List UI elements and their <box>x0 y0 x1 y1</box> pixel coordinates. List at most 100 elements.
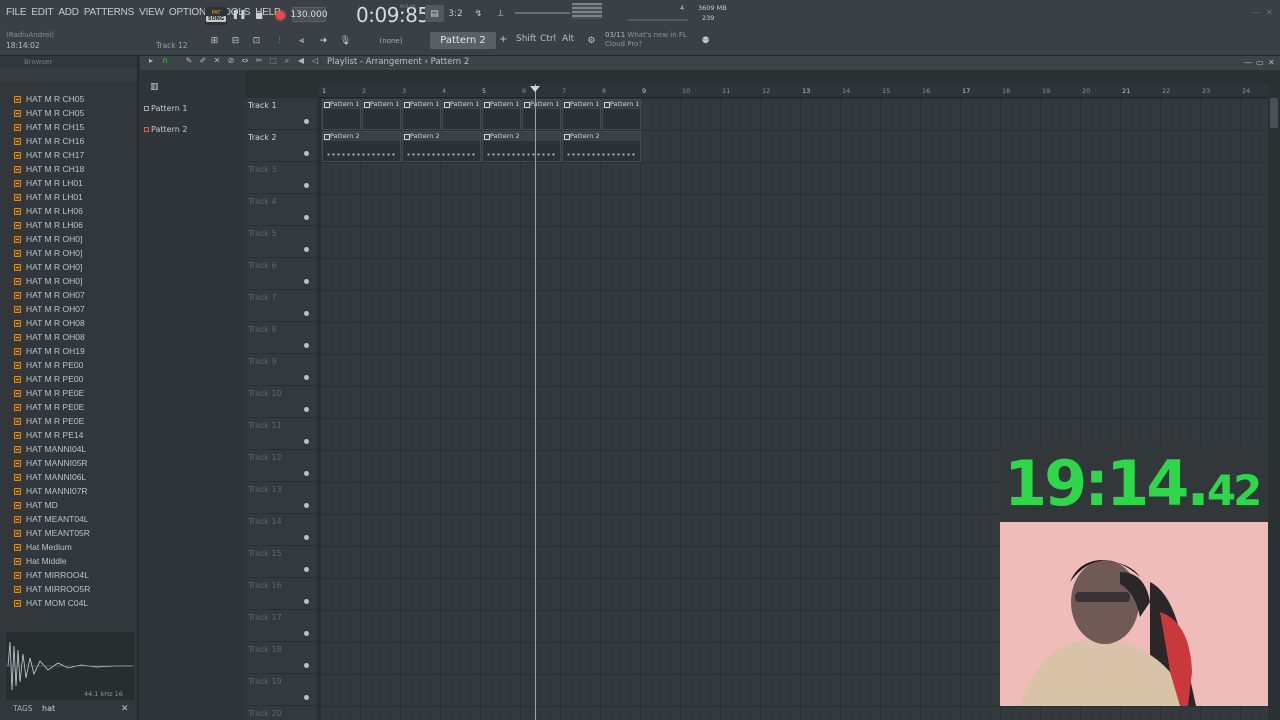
track-header[interactable]: Track 1 <box>245 98 317 130</box>
track-mute-button[interactable] <box>304 311 309 316</box>
list-item[interactable]: HAT M R PE0E <box>0 386 138 400</box>
track-mute-button[interactable] <box>304 151 309 156</box>
list-item[interactable]: HAT M R PE0E <box>0 414 138 428</box>
track-header[interactable]: Track 15 <box>245 546 317 578</box>
pattern-clip[interactable]: Pattern 2 <box>482 131 561 162</box>
pattern-clip[interactable]: Pattern 1 <box>562 99 601 130</box>
list-item[interactable]: HAT M R CH05 <box>0 92 138 106</box>
track-mute-button[interactable] <box>304 247 309 252</box>
magnet-icon[interactable]: ∩ <box>158 56 172 70</box>
playlist-maximize-icon[interactable]: ▭ <box>1256 58 1264 67</box>
list-item[interactable]: Hat Middle <box>0 554 138 568</box>
pattern-clip[interactable]: Pattern 1 <box>322 99 361 130</box>
playlist-icon[interactable]: ⊞ <box>205 32 224 49</box>
track-header[interactable]: Track 2 <box>245 130 317 162</box>
track-mute-button[interactable] <box>304 119 309 124</box>
track-header[interactable]: Track 14 <box>245 514 317 546</box>
track-header[interactable]: Track 10 <box>245 386 317 418</box>
menu-item-patterns[interactable]: PATTERNS <box>84 7 134 18</box>
list-item[interactable]: HAT MEANT05R <box>0 526 138 540</box>
track-header[interactable]: Track 4 <box>245 194 317 226</box>
track-mute-button[interactable] <box>304 535 309 540</box>
minimize-icon[interactable]: — <box>1252 8 1260 17</box>
pattern-clip[interactable]: Pattern 1 <box>602 99 641 130</box>
add-pattern-icon[interactable]: + <box>499 34 507 45</box>
list-item[interactable]: HAT MANNI06L <box>0 470 138 484</box>
metronome-icon[interactable]: ▤ <box>425 5 444 22</box>
playlist-minimize-icon[interactable]: — <box>1244 58 1252 67</box>
picker-pattern-1[interactable]: Pattern 1 <box>144 104 187 113</box>
picker-pattern-2[interactable]: Pattern 2 <box>144 125 187 134</box>
menu-item-file[interactable]: FILE <box>6 7 27 18</box>
news-panel[interactable]: 03/11 What's new in FL Cloud Pro? <box>605 31 687 49</box>
list-item[interactable]: HAT M R LH06 <box>0 204 138 218</box>
list-item[interactable]: HAT M R LH01 <box>0 176 138 190</box>
pattern-selector[interactable]: Pattern 2 <box>430 32 496 49</box>
menu-item-view[interactable]: VIEW <box>139 7 164 18</box>
master-pitch-slider[interactable] <box>515 12 570 14</box>
list-item[interactable]: HAT MEANT04L <box>0 512 138 526</box>
track-mute-button[interactable] <box>304 503 309 508</box>
list-item[interactable]: HAT M R PE14 <box>0 428 138 442</box>
pattern-clip[interactable]: Pattern 2 <box>562 131 641 162</box>
track-mute-button[interactable] <box>304 279 309 284</box>
stop-button[interactable]: ■ <box>250 7 268 23</box>
tempo-field[interactable]: 130.000 <box>290 7 328 22</box>
track-header[interactable]: Track 12 <box>245 450 317 482</box>
list-item[interactable]: HAT M R CH17 <box>0 148 138 162</box>
list-item[interactable]: HAT MANNI04L <box>0 442 138 456</box>
cloud-icon[interactable]: ⚉ <box>696 32 715 49</box>
playlist-close-icon[interactable]: ✕ <box>1268 58 1275 67</box>
track-mute-button[interactable] <box>304 183 309 188</box>
breadcrumb-pattern[interactable]: Pattern 2 <box>431 57 470 67</box>
track-header[interactable]: Track 3 <box>245 162 317 194</box>
clear-search-icon[interactable]: ✕ <box>121 704 129 714</box>
track-header[interactable]: Track 11 <box>245 418 317 450</box>
zoom-tool-icon[interactable]: ⌕ <box>280 56 294 70</box>
vertical-scrollbar[interactable] <box>1270 98 1278 128</box>
list-item[interactable]: HAT M R OH19 <box>0 344 138 358</box>
track-mute-button[interactable] <box>304 567 309 572</box>
list-item[interactable]: Hat Medium <box>0 540 138 554</box>
playhead-marker[interactable] <box>530 86 540 92</box>
delete-tool-icon[interactable]: ✕ <box>210 56 224 70</box>
list-item[interactable]: HAT M R CH05 <box>0 106 138 120</box>
alt-key-indicator[interactable]: Alt <box>562 34 574 44</box>
snap-selector[interactable]: (none) <box>366 34 416 48</box>
track-header[interactable]: Track 16 <box>245 578 317 610</box>
pattern-clip[interactable]: Pattern 1 <box>362 99 401 130</box>
list-item[interactable]: HAT M R OH07 <box>0 288 138 302</box>
track-mute-button[interactable] <box>304 407 309 412</box>
list-item[interactable]: HAT M R LH06 <box>0 218 138 232</box>
timeline-ruler[interactable]: 1 2 3 4 5 6 7 8 9 10 11 12 13 14 15 16 17 18 19 20 21 22 23 24 <box>318 84 1268 98</box>
list-item[interactable]: HAT M R PE00 <box>0 372 138 386</box>
playhead[interactable] <box>535 84 536 720</box>
list-item[interactable]: HAT M R CH18 <box>0 162 138 176</box>
play-pause-button[interactable]: ❚❚ <box>230 7 248 23</box>
pattern-clip[interactable]: Pattern 1 <box>482 99 521 130</box>
list-item[interactable]: HAT MOM C04L <box>0 596 138 610</box>
list-item[interactable]: HAT M R OH08 <box>0 330 138 344</box>
plugin-picker-icon[interactable]: ➜ <box>314 32 333 49</box>
track-mute-button[interactable] <box>304 343 309 348</box>
track-mute-button[interactable] <box>304 631 309 636</box>
track-mute-button[interactable] <box>304 439 309 444</box>
track-header[interactable]: Track 8 <box>245 322 317 354</box>
browser-toggle-icon[interactable]: ⫷ <box>292 32 311 49</box>
list-item[interactable]: HAT MD <box>0 498 138 512</box>
track-header[interactable]: Track 6 <box>245 258 317 290</box>
list-item[interactable]: HAT MIRROO5R <box>0 582 138 596</box>
pattern-clip[interactable]: Pattern 1 <box>442 99 481 130</box>
track-mute-button[interactable] <box>304 375 309 380</box>
close-window-icon[interactable]: ✕ <box>1266 8 1273 17</box>
list-item[interactable]: HAT M R CH15 <box>0 120 138 134</box>
list-item[interactable]: HAT MANNI07R <box>0 484 138 498</box>
ctrl-key-indicator[interactable]: Ctrl <box>540 34 556 44</box>
pattern-clip[interactable]: Pattern 2 <box>322 131 401 162</box>
pattern-clip[interactable]: Pattern 1 <box>402 99 441 130</box>
mute-tool-icon[interactable]: ⊘ <box>224 56 238 70</box>
pattern-song-toggle[interactable]: PAT SONG <box>205 7 227 25</box>
track-header[interactable]: Track 17 <box>245 610 317 642</box>
pattern-clip[interactable]: Pattern 2 <box>402 131 481 162</box>
paint-tool-icon[interactable]: ✐ <box>196 56 210 70</box>
